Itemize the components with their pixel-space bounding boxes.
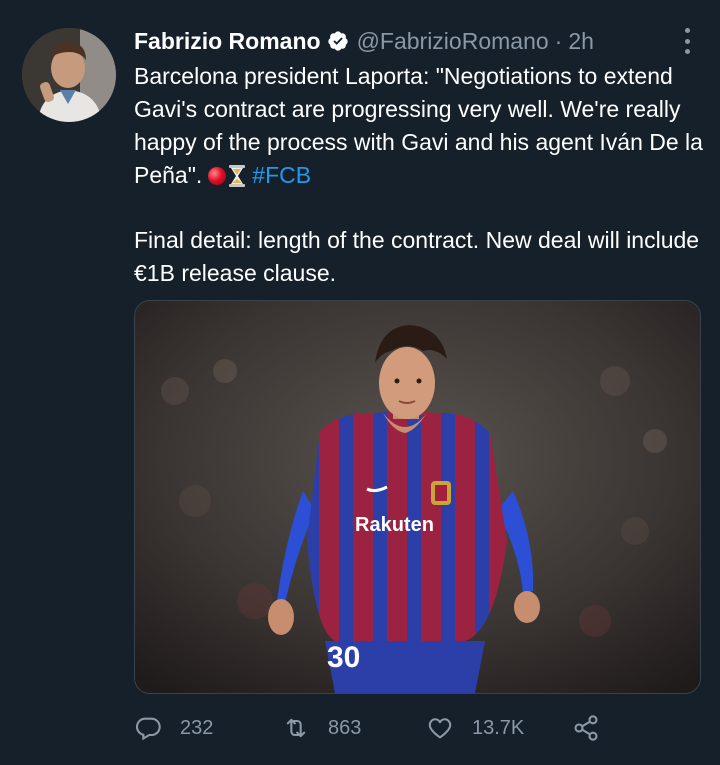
reply-button[interactable]: 232 xyxy=(134,708,213,748)
share-button[interactable] xyxy=(572,708,600,748)
tweet-actions: 232 863 13.7K xyxy=(134,708,614,748)
tweet-card[interactable]: Fabrizio Romano @FabrizioRomano · 2h Bar… xyxy=(0,0,720,765)
tweet-text: Barcelona president Laporta: "Negotiatio… xyxy=(134,60,704,290)
retweet-count: 863 xyxy=(328,716,362,739)
retweet-button[interactable]: 863 xyxy=(282,708,361,748)
jersey-number: 30 xyxy=(327,641,360,674)
like-button[interactable]: 13.7K xyxy=(426,708,524,748)
avatar-image xyxy=(22,28,116,122)
share-icon xyxy=(574,715,598,741)
like-count: 13.7K xyxy=(472,716,525,739)
separator: · xyxy=(554,27,563,54)
tweet-header: Fabrizio Romano @FabrizioRomano · 2h xyxy=(134,26,594,56)
tweet-paragraph-2: Final detail: length of the contract. Ne… xyxy=(134,227,700,286)
tweet-time[interactable]: 2h xyxy=(568,28,594,55)
jersey-sponsor: Rakuten xyxy=(355,514,434,536)
player-photo: Rakuten 30 xyxy=(135,301,700,693)
more-options-icon[interactable] xyxy=(682,28,692,54)
verified-badge-icon xyxy=(327,31,348,51)
tweet-paragraph-1: Barcelona president Laporta: "Negotiatio… xyxy=(134,60,704,192)
like-icon xyxy=(428,718,452,739)
hourglass-emoji-icon xyxy=(229,165,246,187)
author-handle[interactable]: @FabrizioRomano xyxy=(357,28,549,55)
retweet-icon xyxy=(286,718,306,738)
tweet-photo[interactable]: Rakuten 30 xyxy=(134,300,701,694)
reply-icon xyxy=(135,717,161,741)
hashtag-link[interactable]: #FCB xyxy=(252,162,311,188)
avatar[interactable] xyxy=(22,28,116,122)
author-name[interactable]: Fabrizio Romano xyxy=(134,28,321,55)
reply-count: 232 xyxy=(180,716,214,739)
red-circle-emoji-icon xyxy=(208,167,227,185)
